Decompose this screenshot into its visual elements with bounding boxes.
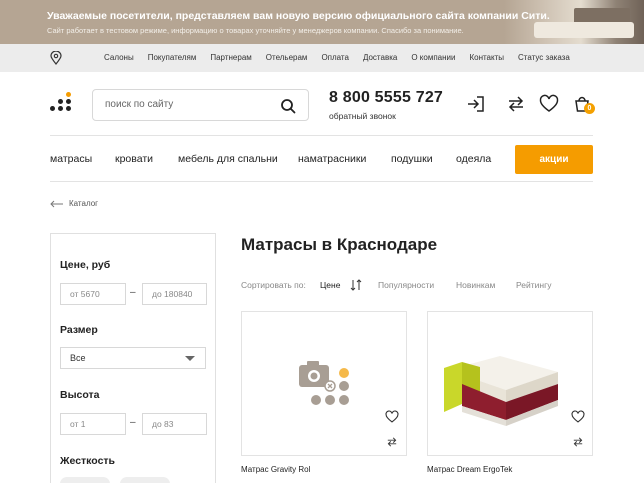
product-card[interactable] [427,311,593,456]
filter-panel: Цене, руб от 5670 – до 180840 Размер Все… [50,233,216,483]
sort-by-newest[interactable]: Новинкам [456,280,495,290]
filter-hardness-title: Жесткость [60,455,116,467]
topnav-link-delivery[interactable]: Доставка [363,53,397,62]
cat-bedroom-furniture[interactable]: мебель для спальни [178,153,278,165]
banner-subtitle: Сайт работает в тестовом режиме, информа… [47,26,464,35]
heart-icon[interactable] [571,410,585,424]
topnav-link-partners[interactable]: Партнерам [210,53,251,62]
sort-by-rating[interactable]: Рейтингу [516,280,551,290]
heart-icon[interactable] [385,410,399,424]
cat-beds[interactable]: кровати [115,153,153,165]
nav-divider [50,181,593,182]
banner-bedroom-image [504,0,644,44]
top-nav-bar: Салоны Покупателям Партнерам Отельерам О… [0,44,644,72]
mattress-product-image [444,356,558,426]
breadcrumb[interactable]: Каталог [50,199,98,208]
breadcrumb-catalog[interactable]: Каталог [69,199,98,208]
cat-mattresses[interactable]: матрасы [50,153,92,165]
size-select-value: Все [70,353,86,363]
cat-pillows[interactable]: подушки [391,153,433,165]
search-box[interactable]: поиск по сайту [92,89,309,121]
search-icon[interactable] [280,98,296,114]
sort-by-price[interactable]: Цене [320,280,340,290]
search-input[interactable]: поиск по сайту [105,99,173,110]
no-image-placeholder-icon [299,361,349,405]
page-title: Матрасы в Краснодаре [241,235,438,254]
height-range-dash: – [130,417,136,428]
cat-mattress-toppers[interactable]: наматрасники [298,153,366,165]
price-range-dash: – [130,287,136,298]
location-pin-icon[interactable] [50,51,62,65]
topnav-link-about[interactable]: О компании [411,53,455,62]
site-logo[interactable] [50,92,74,116]
login-icon[interactable] [466,94,486,114]
topnav-link-contacts[interactable]: Контакты [469,53,504,62]
header-divider [50,135,593,136]
height-from-input[interactable]: от 1 [60,413,126,435]
sort-by-popularity[interactable]: Популярности [378,280,434,290]
cart-count-badge: 0 [584,103,595,114]
product-card[interactable] [241,311,407,456]
top-nav-links: Салоны Покупателям Партнерам Отельерам О… [104,53,584,62]
price-from-input[interactable]: от 5670 [60,283,126,305]
size-select[interactable]: Все [60,347,206,369]
chevron-down-icon [185,356,195,361]
sort-arrows-icon[interactable] [350,279,362,291]
filter-price-title: Цене, руб [60,259,111,271]
topnav-link-buyers[interactable]: Покупателям [148,53,197,62]
height-to-input[interactable]: до 83 [142,413,207,435]
product-name[interactable]: Матрас Dream ErgoTek [427,465,512,474]
topnav-link-hoteliers[interactable]: Отельерам [266,53,308,62]
sale-button[interactable]: акции [515,145,593,174]
topnav-link-order-status[interactable]: Статус заказа [518,53,570,62]
heart-icon[interactable] [539,94,559,114]
compare-icon[interactable] [385,436,399,448]
filter-height-title: Высота [60,389,100,401]
cat-blankets[interactable]: одеяла [456,153,491,165]
hardness-option-chip[interactable] [60,477,110,483]
topnav-link-payment[interactable]: Оплата [321,53,349,62]
hardness-option-chip[interactable] [120,477,170,483]
compare-icon[interactable] [571,436,585,448]
topnav-link-salons[interactable]: Салоны [104,53,134,62]
promo-banner: Уважаемые посетители, представляем вам н… [0,0,644,44]
arrow-left-icon [50,200,63,207]
compare-icon[interactable] [506,94,526,114]
banner-title: Уважаемые посетители, представляем вам н… [47,10,550,22]
filter-size-title: Размер [60,324,98,336]
sort-label: Сортировать по: [241,280,306,290]
price-to-input[interactable]: до 180840 [142,283,207,305]
callback-link[interactable]: обратный звонок [329,111,396,121]
product-name[interactable]: Матрас Gravity Rol [241,465,310,474]
phone-number[interactable]: 8 800 5555 727 [329,89,443,107]
